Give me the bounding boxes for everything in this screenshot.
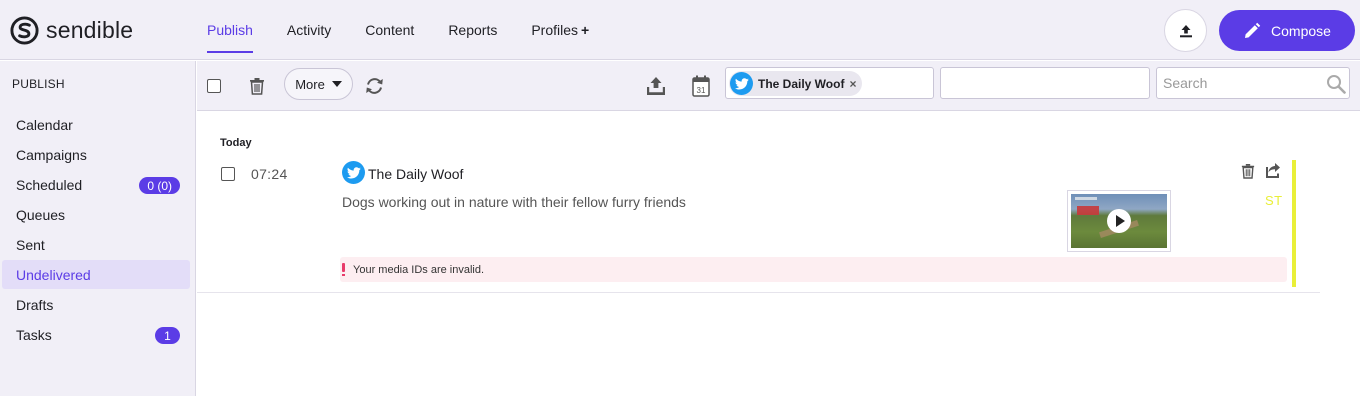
scheduled-count-badge: 0 (0) (139, 177, 180, 194)
sidebar-item-label: Drafts (16, 296, 54, 313)
sidebar-item-calendar[interactable]: Calendar (2, 110, 190, 139)
sidebar-item-drafts[interactable]: Drafts (2, 290, 190, 319)
sendible-logo[interactable]: sendible (9, 14, 133, 46)
sidebar-item-campaigns[interactable]: Campaigns (2, 140, 190, 169)
export-icon (647, 77, 665, 95)
sidebar-item-label: Sent (16, 236, 45, 253)
nav-publish[interactable]: Publish (190, 0, 270, 60)
remove-chip-icon[interactable]: × (849, 77, 856, 91)
search-input[interactable] (1156, 67, 1350, 99)
main-nav: Publish Activity Content Reports Profile… (190, 0, 606, 60)
post-message[interactable]: Dogs working out in nature with their fe… (342, 194, 686, 210)
day-heading: Today (220, 137, 252, 149)
twitter-icon (730, 72, 753, 95)
plus-icon: + (581, 22, 590, 38)
sidebar-item-label: Queues (16, 206, 66, 223)
trash-icon (1241, 164, 1255, 179)
nav-reports[interactable]: Reports (431, 0, 514, 60)
nav-activity[interactable]: Activity (270, 0, 348, 60)
nav-reports-label: Reports (448, 22, 498, 38)
refresh-icon (366, 78, 383, 94)
nav-content[interactable]: Content (348, 0, 431, 60)
video-thumbnail-image (1071, 194, 1167, 248)
post-row[interactable]: 07:24 The Daily Woof Dogs working out in… (197, 156, 1320, 293)
date-picker-button[interactable]: 31 (692, 75, 710, 97)
sidebar-heading: PUBLISH (12, 77, 65, 91)
sendible-logo-icon (10, 15, 39, 45)
caret-down-icon (331, 81, 342, 87)
exclamation-icon (342, 263, 345, 276)
post-feed: Today 07:24 The Daily Woof Dogs working … (197, 112, 1360, 396)
sidebar-item-queues[interactable]: Queues (2, 200, 190, 229)
trash-icon (250, 78, 264, 95)
share-icon (1266, 163, 1280, 178)
nav-profiles-label: Profiles (531, 22, 579, 38)
delete-selected-button[interactable] (249, 77, 265, 95)
profile-chip[interactable]: The Daily Woof × (729, 71, 862, 96)
brand-name: sendible (46, 16, 134, 43)
profile-chip-label: The Daily Woof (758, 76, 845, 91)
sidebar-item-tasks[interactable]: Tasks 1 (2, 320, 190, 349)
top-navigation-bar: sendible Publish Activity Content Report… (0, 0, 1360, 60)
nav-profiles[interactable]: Profiles + (514, 0, 606, 60)
upload-button[interactable] (1164, 9, 1207, 52)
post-profile-name: The Daily Woof (368, 166, 464, 182)
sidebar-item-undelivered[interactable]: Undelivered (2, 260, 190, 289)
sidebar-item-label: Tasks (16, 326, 52, 343)
status-label: ST (1265, 193, 1283, 208)
sidebar-item-label: Scheduled (16, 176, 83, 193)
publish-toolbar: More 31 The Daily Woof × Search (197, 61, 1360, 111)
compose-button[interactable]: Compose (1219, 10, 1355, 51)
refresh-button[interactable] (364, 76, 385, 96)
select-all-checkbox[interactable] (207, 79, 221, 93)
nav-publish-label: Publish (207, 22, 253, 38)
more-dropdown[interactable]: More (284, 68, 353, 100)
sidebar-item-scheduled[interactable]: Scheduled 0 (0) (2, 170, 190, 199)
secondary-filter-input[interactable] (940, 67, 1150, 99)
thumbnail-red-block (1077, 206, 1099, 215)
nav-activity-label: Activity (286, 22, 332, 38)
twitter-icon (342, 161, 365, 184)
publish-sidebar: PUBLISH Calendar Campaigns Scheduled 0 (0… (0, 61, 196, 396)
post-select-checkbox[interactable] (221, 167, 235, 181)
calendar-day-number: 31 (697, 86, 706, 95)
tasks-count-badge: 1 (155, 327, 180, 344)
post-time: 07:24 (251, 166, 288, 182)
nav-content-label: Content (365, 22, 415, 38)
sidebar-item-label: Calendar (16, 116, 73, 133)
sidebar-item-label: Undelivered (16, 266, 91, 283)
calendar-icon: 31 (692, 75, 710, 97)
error-message-text: Your media IDs are invalid. (353, 263, 485, 276)
compose-label: Compose (1271, 22, 1331, 39)
pencil-icon (1245, 22, 1261, 38)
thumbnail-caption-strip (1075, 197, 1097, 200)
error-message-banner: Your media IDs are invalid. (340, 257, 1287, 282)
sidebar-item-sent[interactable]: Sent (2, 230, 190, 259)
profile-filter-input[interactable]: The Daily Woof × (725, 67, 934, 99)
search-icon[interactable] (1326, 74, 1346, 99)
play-icon[interactable] (1107, 209, 1131, 233)
share-post-button[interactable] (1265, 162, 1281, 183)
sidebar-item-label: Campaigns (16, 146, 87, 163)
delete-post-button[interactable] (1241, 163, 1255, 184)
more-label: More (295, 76, 325, 92)
upload-icon (1179, 24, 1192, 37)
export-button[interactable] (646, 76, 666, 96)
status-indicator-bar (1292, 160, 1296, 287)
post-media-thumbnail[interactable] (1067, 190, 1171, 252)
